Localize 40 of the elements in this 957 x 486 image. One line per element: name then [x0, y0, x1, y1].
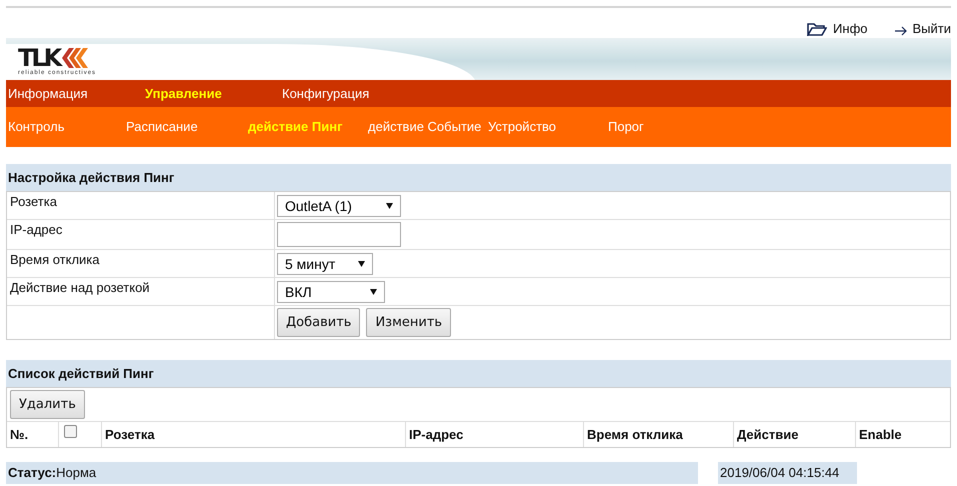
sub-menu-item[interactable]: Устройство: [486, 119, 606, 135]
column-header: Розетка: [102, 422, 406, 447]
field-label: Действие над розеткой: [7, 278, 275, 305]
field-label: Розетка: [7, 192, 275, 219]
dropdown[interactable]: ВКЛ: [277, 280, 385, 302]
logout-link[interactable]: Выйти: [894, 21, 951, 36]
form-button[interactable]: Добавить: [277, 308, 360, 337]
caret-icon: [370, 288, 377, 294]
select-all-checkbox[interactable]: [64, 425, 77, 438]
folder-icon: [807, 23, 828, 36]
datetime-text: 2019/06/04 04:15:44: [718, 462, 857, 484]
input-field[interactable]: [277, 222, 401, 247]
column-header: №.: [7, 422, 59, 447]
delete-button[interactable]: Удалить: [10, 390, 85, 419]
dropdown[interactable]: 5 минут: [277, 252, 373, 274]
arrow-right-icon: [894, 26, 906, 36]
dropdown[interactable]: OutletA (1): [277, 194, 401, 216]
column-header: Enable: [858, 426, 903, 444]
field-label: Время отклика: [7, 250, 275, 277]
main-menu-item[interactable]: Информация: [6, 86, 143, 101]
logo-text: TLK: [18, 46, 60, 70]
field-label: IP-адрес: [7, 220, 275, 249]
sub-menu-item[interactable]: Расписание: [124, 119, 246, 135]
sub-menu-item[interactable]: Контроль: [6, 119, 124, 135]
section-title: Список действий Пинг: [6, 360, 951, 387]
info-link[interactable]: Инфо: [807, 21, 868, 36]
caret-icon: [358, 260, 365, 266]
sub-menu-item[interactable]: Порог: [606, 119, 706, 135]
column-header: Время отклика: [584, 422, 734, 447]
chevron-icon: [59, 47, 90, 69]
form-button[interactable]: Изменить: [366, 308, 452, 337]
column-header: Действие: [734, 422, 856, 447]
main-menu-item[interactable]: Управление: [143, 86, 280, 101]
main-menu-item[interactable]: Конфигурация: [280, 86, 417, 101]
column-header: IP-адрес: [406, 422, 584, 447]
sub-menu-item[interactable]: действие Пинг: [246, 119, 366, 135]
caret-icon: [386, 202, 393, 208]
sub-menu-item[interactable]: действие Событие: [366, 119, 486, 135]
status-text: Статус:Норма: [6, 462, 698, 484]
section-title: Настройка действия Пинг: [6, 164, 951, 191]
